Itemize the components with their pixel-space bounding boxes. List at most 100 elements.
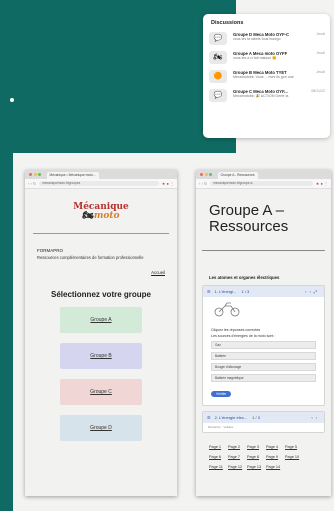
site-logo: Mécanique 🏍moto	[71, 203, 131, 221]
tab-bar: Groupe A - Ressources	[196, 170, 331, 179]
divider	[202, 250, 325, 251]
extensions-icon[interactable]: ★ ● ⋮	[162, 181, 174, 186]
chat-item[interactable]: 🏍 Groupe A Meca moto OYFF Jeudi vous les a …	[209, 51, 325, 64]
browser-window-group-a: Groupe A - Ressources ‹ › ↻ mecaniquemot…	[196, 170, 331, 496]
close-window-icon[interactable]	[29, 173, 32, 176]
decorative-dot	[10, 98, 14, 102]
page-link[interactable]: Page 10	[285, 455, 304, 459]
quiz-card-2-label: 2. L'énergie élec...	[214, 415, 248, 420]
quiz-card-2: ☰ 2. L'énergie élec... 1 / 3 ‹› Démarrer…	[202, 411, 325, 433]
tab-bar: Mécanique • Mécanique moto...	[25, 170, 177, 179]
chat-avatar-icon: 💬	[209, 32, 227, 45]
quiz-card-2-header: ☰ 2. L'énergie élec... 1 / 3 ‹›	[203, 412, 324, 423]
nav-arrows-icon[interactable]: ‹ › ↻	[28, 181, 36, 186]
page-title: Groupe A – Ressources	[209, 202, 289, 235]
section-heading: Les atomes et organes électriques	[209, 275, 280, 280]
quiz-card-body: Cliquez les réponses correctes Les sourc…	[203, 297, 324, 405]
discussions-title: Discussions	[211, 20, 244, 26]
menu-icon[interactable]: ☰	[207, 289, 211, 294]
quiz-card-header: ☰ 1. L'énergi... 1 / 3 ‹›⤢	[203, 286, 324, 297]
address-bar: ‹ › ↻ mecaniquemoto.fr/groupes ★ ● ⋮	[25, 179, 177, 189]
group-button-c[interactable]: Groupe C	[60, 379, 142, 406]
browser-window-group-select: Mécanique • Mécanique moto... ‹ › ↻ meca…	[25, 170, 177, 496]
answer-option[interactable]: Batterie	[211, 352, 316, 360]
chat-list: 💬 Groupe D Meca Moto OYF-C Jeudi vous les t…	[203, 32, 330, 102]
quiz-card: ☰ 1. L'énergi... 1 / 3 ‹›⤢ Cliquez les r…	[202, 285, 325, 406]
chat-item[interactable]: 🟠 Groupe B Meca Moto TYET Jeudi Mecamotobk:…	[209, 70, 325, 83]
extensions-icon[interactable]: ★ ● ⋮	[316, 181, 328, 186]
chat-body: Groupe C Meca Moto OYF... 08/11/22 Mecamot…	[233, 89, 325, 99]
chat-body: Groupe B Meca Moto TYET Jeudi Mecamotobk: …	[233, 70, 325, 80]
chat-time: Jeudi	[316, 32, 325, 36]
page-link[interactable]: Page 5	[285, 445, 304, 449]
answer-option[interactable]: Batterie magnétique	[211, 374, 316, 382]
address-bar: ‹ › ↻ mecaniquemoto.fr/groupe-a ★ ● ⋮	[196, 179, 331, 189]
minimize-window-icon[interactable]	[204, 173, 208, 176]
prev-next-arrows-icon[interactable]: ‹›⤢	[305, 289, 320, 294]
quiz-instruction: Cliquez les réponses correctes	[211, 328, 261, 332]
organization-name: FORMAPRO	[37, 248, 64, 253]
page-link[interactable]: Page 9	[266, 455, 285, 459]
organization-description: Ressources complémentaires de formation …	[37, 255, 144, 260]
quiz-card-2-count: 1 / 3	[252, 415, 260, 420]
page-link[interactable]: Page 8	[247, 455, 266, 459]
chat-body: Groupe A Meca moto OYFF Jeudi vous les a c…	[233, 51, 325, 61]
nav-arrows-icon[interactable]: ‹ › ↻	[199, 181, 207, 186]
chat-item[interactable]: 💬 Groupe D Meca Moto OYF-C Jeudi vous les t…	[209, 32, 325, 45]
group-button-d[interactable]: Groupe D	[60, 415, 142, 442]
page-link[interactable]: Page 14	[266, 465, 285, 469]
group-select-heading: Sélectionnez votre groupe	[50, 290, 152, 300]
chat-preview: vous les a ci fait maison 😊	[233, 56, 277, 60]
teal-background-left	[0, 153, 13, 511]
discussions-panel: Discussions 💬 Groupe D Meca Moto OYF-C Jeu…	[203, 14, 330, 138]
page-link[interactable]: Page 13	[247, 465, 266, 469]
page-link[interactable]: Page 12	[228, 465, 247, 469]
answer-option[interactable]: Gaz	[211, 341, 316, 349]
close-window-icon[interactable]	[200, 173, 203, 176]
page-link[interactable]: Page 11	[209, 465, 228, 469]
chat-body: Groupe D Meca Moto OYF-C Jeudi vous les ta…	[233, 32, 325, 42]
quiz-card-2-sub: Démarrer · Voltaire	[208, 425, 234, 429]
maximize-window-icon[interactable]	[209, 173, 212, 176]
minimize-window-icon[interactable]	[33, 173, 37, 176]
chat-avatar-icon: 🏍	[209, 51, 227, 64]
chat-preview: Mecamotobk: 🎉 ACTION Gerer la	[233, 94, 289, 98]
home-link[interactable]: Accueil	[25, 270, 165, 275]
page-link[interactable]: Page 7	[228, 455, 247, 459]
chat-item[interactable]: 💬 Groupe C Meca Moto OYF... 08/11/22 Mecamo…	[209, 89, 325, 102]
chat-preview: Mecamotobk: Vous ... mes ils gon une	[233, 75, 294, 79]
logo-text-bottom: moto	[93, 211, 120, 221]
chat-avatar-icon: 💬	[209, 89, 227, 102]
chat-time: Jeudi	[316, 51, 325, 55]
chat-time: 08/11/22	[311, 89, 325, 93]
group-button-a[interactable]: Groupe A	[60, 307, 142, 334]
browser-tab[interactable]: Mécanique • Mécanique moto...	[46, 172, 99, 179]
page-links: Page 1 Page 2 Page 3 Page 4 Page 5 Page 6 Page…	[209, 445, 321, 475]
divider	[33, 233, 169, 234]
chat-time: Jeudi	[316, 70, 325, 74]
prev-next-arrows-icon[interactable]: ‹›	[311, 415, 320, 420]
group-button-b[interactable]: Groupe B	[60, 343, 142, 370]
browser-tab[interactable]: Groupe A - Ressources	[217, 172, 258, 179]
url-field[interactable]: mecaniquemoto.fr/groupe-a	[210, 181, 313, 186]
page-link[interactable]: Page 1	[209, 445, 228, 449]
quiz-prompt: Les sources d'énergies de la moto sont :	[211, 334, 276, 338]
teal-background-top	[0, 0, 236, 153]
url-field[interactable]: mecaniquemoto.fr/groupes	[39, 181, 159, 186]
motorcycle-sketch-icon	[214, 302, 240, 317]
logo-motorcycle-icon: 🏍moto	[82, 211, 120, 221]
page-link[interactable]: Page 3	[247, 445, 266, 449]
quiz-card-label: 1. L'énergi...	[214, 289, 237, 294]
maximize-window-icon[interactable]	[38, 173, 41, 176]
group-list: Groupe A Groupe B Groupe C Groupe D	[25, 307, 177, 442]
chat-avatar-icon: 🟠	[209, 70, 227, 83]
page-link[interactable]: Page 4	[266, 445, 285, 449]
check-button[interactable]: Vérifier	[211, 391, 232, 397]
menu-icon[interactable]: ☰	[207, 415, 211, 420]
chat-preview: vous les ta labels tous bourgo	[233, 37, 281, 41]
quiz-card-count: 1 / 3	[241, 289, 250, 294]
page-link[interactable]: Page 2	[228, 445, 247, 449]
answer-option[interactable]: Bougie d'allumage	[211, 363, 316, 371]
page-link[interactable]: Page 6	[209, 455, 228, 459]
answer-options: Gaz Batterie Bougie d'allumage Batterie mag…	[211, 341, 316, 382]
